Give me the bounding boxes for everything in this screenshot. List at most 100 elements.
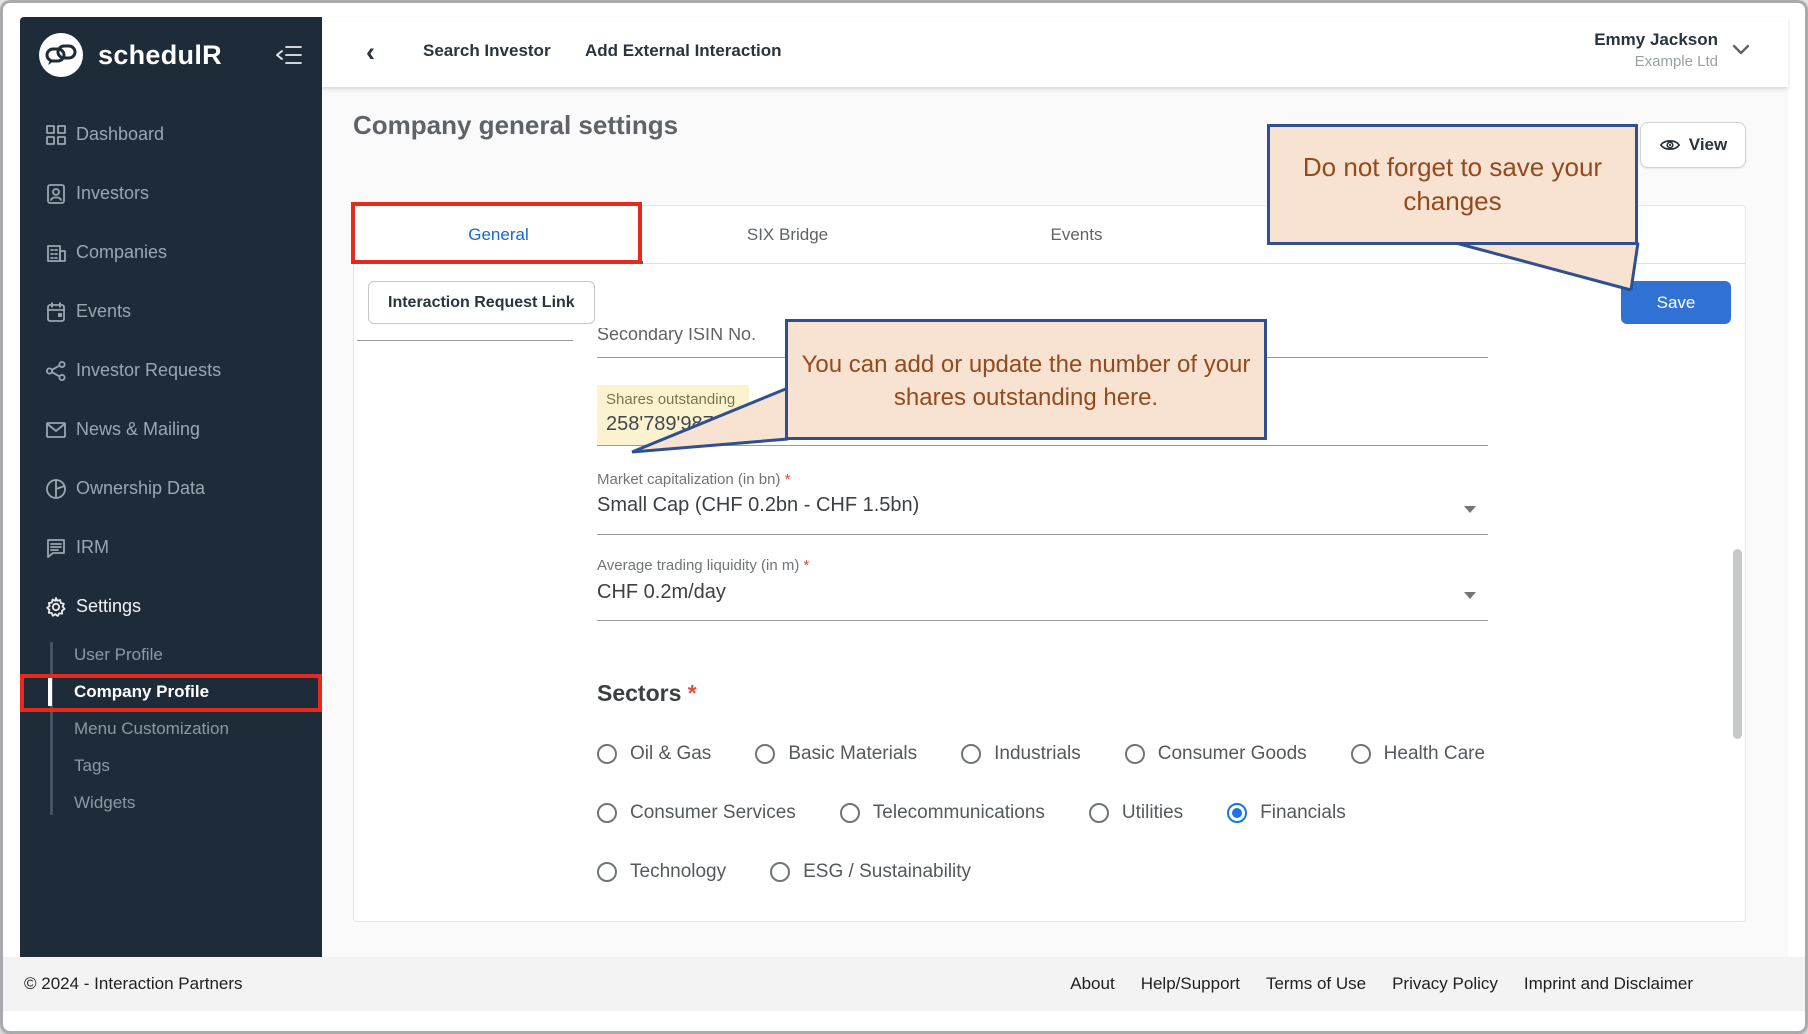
dropdown-arrow-icon[interactable] <box>1464 506 1476 513</box>
save-callout: Do not forget to save your changes <box>1267 124 1638 245</box>
radio-circle <box>755 744 775 764</box>
tab-six-bridge[interactable]: SIX Bridge <box>643 206 932 264</box>
radio-circle <box>1125 744 1145 764</box>
footer-link-terms[interactable]: Terms of Use <box>1266 974 1366 994</box>
radio-oil-gas[interactable]: Oil & Gas <box>597 743 711 765</box>
market-cap-label: Market capitalization (in bn) * <box>597 471 790 488</box>
radio-health-care[interactable]: Health Care <box>1351 743 1485 765</box>
back-chevron-icon[interactable]: ‹ <box>366 35 375 69</box>
footer-link-imprint[interactable]: Imprint and Disclaimer <box>1524 974 1693 994</box>
search-investor-link[interactable]: Search Investor <box>423 41 551 61</box>
radio-industrials[interactable]: Industrials <box>961 743 1081 765</box>
tab-events[interactable]: Events <box>932 206 1221 264</box>
sidebar-nav: Dashboard Investors Companies <box>20 105 322 821</box>
sidebar-subitem-user-profile[interactable]: User Profile <box>20 636 322 673</box>
sidebar-collapse-icon[interactable] <box>276 43 302 67</box>
sidebar-item-events[interactable]: Events <box>20 282 322 341</box>
sidebar-subitem-widgets[interactable]: Widgets <box>20 784 322 821</box>
sector-radio-row-1: Oil & Gas Basic Materials Industrials Co… <box>597 743 1485 765</box>
radio-consumer-services[interactable]: Consumer Services <box>597 802 796 824</box>
footer: © 2024 - Interaction Partners About Help… <box>3 957 1805 1011</box>
sidebar-subitem-menu-customization[interactable]: Menu Customization <box>20 710 322 747</box>
building-icon <box>45 242 67 264</box>
calendar-icon <box>45 301 67 323</box>
sidebar-item-label: Dashboard <box>76 124 164 145</box>
required-asterisk: * <box>785 471 791 488</box>
page-title: Company general settings <box>353 110 678 141</box>
radio-utilities[interactable]: Utilities <box>1089 802 1183 824</box>
radio-telecommunications[interactable]: Telecommunications <box>840 802 1045 824</box>
user-menu[interactable]: Emmy Jackson Example Ltd <box>1594 30 1718 70</box>
footer-link-help-support[interactable]: Help/Support <box>1141 974 1240 994</box>
radio-circle <box>597 744 617 764</box>
footer-link-about[interactable]: About <box>1070 974 1114 994</box>
market-cap-select[interactable]: Small Cap (CHF 0.2bn - CHF 1.5bn) <box>597 494 919 517</box>
radio-financials[interactable]: Financials <box>1227 802 1346 824</box>
logo-row: schedulR <box>20 17 322 93</box>
share-icon <box>45 360 67 382</box>
dashboard-grid-icon <box>45 124 67 146</box>
view-button-label: View <box>1689 135 1727 155</box>
sidebar-item-settings[interactable]: Settings <box>20 577 322 636</box>
sidebar-subitem-tags[interactable]: Tags <box>20 747 322 784</box>
liquidity-select[interactable]: CHF 0.2m/day <box>597 581 726 604</box>
sidebar-item-label: News & Mailing <box>76 419 200 440</box>
interaction-request-link-button[interactable]: Interaction Request Link <box>368 281 595 324</box>
sidebar-subitem-label: Company Profile <box>74 682 209 702</box>
view-button[interactable]: View <box>1640 122 1746 168</box>
envelope-icon <box>45 419 67 441</box>
sidebar-item-label: Events <box>76 301 131 322</box>
sidebar: schedulR Dashboard Investors <box>20 17 322 958</box>
chevron-down-icon[interactable] <box>1732 44 1750 56</box>
sidebar-item-companies[interactable]: Companies <box>20 223 322 282</box>
active-indicator <box>48 677 52 706</box>
copyright-text: © 2024 - Interaction Partners <box>24 974 243 994</box>
radio-circle-selected <box>1227 803 1247 823</box>
radio-circle <box>961 744 981 764</box>
tab-general[interactable]: General <box>354 206 643 264</box>
sidebar-item-label: Investor Requests <box>76 360 221 381</box>
radio-consumer-goods[interactable]: Consumer Goods <box>1125 743 1307 765</box>
schedulr-logo-icon <box>38 32 84 78</box>
liquidity-label: Average trading liquidity (in m) * <box>597 557 809 574</box>
app-window: schedulR Dashboard Investors <box>0 0 1808 1034</box>
add-external-interaction-link[interactable]: Add External Interaction <box>585 41 781 61</box>
footer-link-privacy[interactable]: Privacy Policy <box>1392 974 1498 994</box>
settings-card: General SIX Bridge Events Interaction Re… <box>353 205 1746 922</box>
logo-text: schedulR <box>98 40 222 71</box>
eye-icon <box>1659 137 1681 153</box>
radio-circle <box>597 862 617 882</box>
field-underline <box>597 620 1488 621</box>
radio-technology[interactable]: Technology <box>597 861 726 883</box>
pie-chart-icon <box>45 478 67 500</box>
chat-icon <box>45 537 67 559</box>
radio-esg-sustainability[interactable]: ESG / Sustainability <box>770 861 971 883</box>
user-name: Emmy Jackson <box>1594 30 1718 50</box>
dropdown-arrow-icon[interactable] <box>1464 592 1476 599</box>
sidebar-item-label: Ownership Data <box>76 478 205 499</box>
radio-circle <box>1351 744 1371 764</box>
vertical-scrollbar[interactable] <box>1733 549 1742 739</box>
footer-links: About Help/Support Terms of Use Privacy … <box>1070 974 1693 994</box>
required-asterisk: * <box>804 557 810 574</box>
topbar: ‹ Search Investor Add External Interacti… <box>322 17 1788 87</box>
sidebar-item-label: Settings <box>76 596 141 617</box>
radio-circle <box>1089 803 1109 823</box>
sidebar-item-irm[interactable]: IRM <box>20 518 322 577</box>
sector-radio-row-3: Technology ESG / Sustainability <box>597 861 971 883</box>
sidebar-item-news-mailing[interactable]: News & Mailing <box>20 400 322 459</box>
sidebar-item-dashboard[interactable]: Dashboard <box>20 105 322 164</box>
gear-icon <box>45 596 67 618</box>
user-company: Example Ltd <box>1594 53 1718 70</box>
sidebar-item-investors[interactable]: Investors <box>20 164 322 223</box>
sidebar-item-investor-requests[interactable]: Investor Requests <box>20 341 322 400</box>
radio-circle <box>840 803 860 823</box>
sidebar-item-ownership-data[interactable]: Ownership Data <box>20 459 322 518</box>
shares-callout-tail <box>630 384 795 459</box>
field-underline <box>357 340 573 341</box>
sidebar-subitem-company-profile[interactable]: Company Profile <box>20 673 322 710</box>
radio-circle <box>597 803 617 823</box>
sectors-heading: Sectors * <box>597 680 697 707</box>
sidebar-subitem-label: User Profile <box>74 645 163 665</box>
radio-basic-materials[interactable]: Basic Materials <box>755 743 917 765</box>
